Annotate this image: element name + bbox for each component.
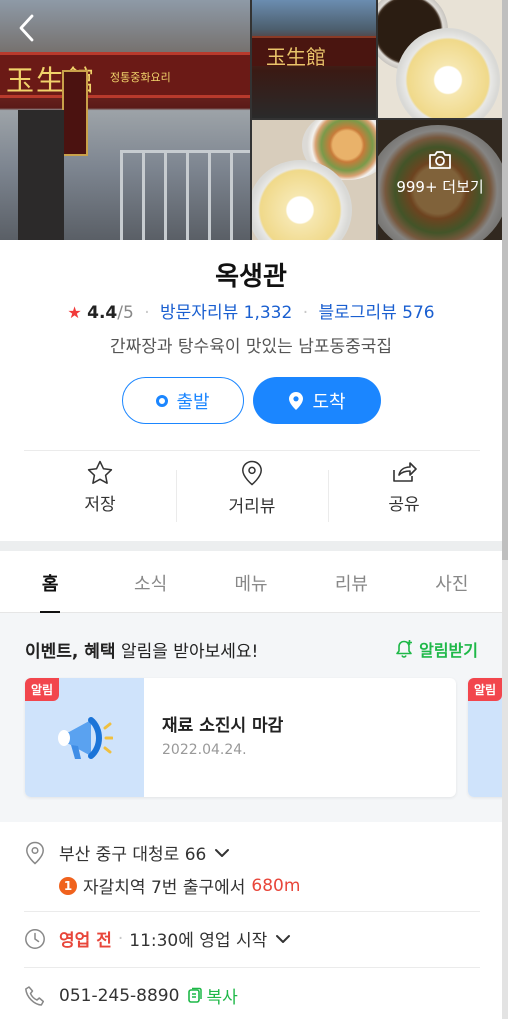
event-card[interactable]: 알림	[468, 678, 502, 797]
copy-button[interactable]: 복사	[187, 983, 238, 1008]
more-photos-button[interactable]: 999+ 더보기	[378, 150, 502, 197]
tab-menu[interactable]: 메뉴	[201, 551, 301, 612]
subway-text: 자갈치역 7번 출구에서	[83, 878, 246, 898]
tab-news[interactable]: 소식	[100, 551, 200, 612]
tab-reviews[interactable]: 리뷰	[301, 551, 401, 612]
photo-food-1[interactable]	[378, 0, 502, 118]
visitor-reviews-link[interactable]: 방문자리뷰 1,332	[160, 303, 292, 323]
photo-gallery[interactable]: 玉生館 정통중화요리 玉生館 999+ 더보기	[0, 0, 502, 240]
arrive-label: 도착	[312, 391, 346, 413]
bell-plus-icon	[396, 640, 413, 658]
photo-food-2[interactable]	[252, 120, 376, 240]
event-title: 재료 소진시 마감	[162, 716, 284, 736]
events-heading: 이벤트, 혜택 알림을 받아보세요!	[25, 642, 259, 662]
address-row[interactable]: 부산 중구 대청로 66	[24, 840, 480, 865]
subway-directions: 1 자갈치역 7번 출구에서 680m	[59, 873, 300, 898]
divider	[24, 450, 480, 451]
phone-number: 051-245-8890	[59, 985, 180, 1006]
location-icon	[26, 841, 44, 864]
location-pin-icon	[289, 391, 304, 410]
action-bar: 저장 거리뷰 공유	[24, 460, 480, 524]
divider	[24, 967, 480, 968]
hours-text: 11:30에 영업 시작	[129, 931, 268, 951]
phone-icon	[25, 985, 45, 1006]
event-badge: 알림	[25, 678, 60, 701]
divider	[24, 911, 480, 912]
place-name: 옥생관	[215, 262, 287, 292]
save-button[interactable]: 저장	[24, 460, 176, 524]
blog-reviews-link[interactable]: 블로그리뷰 576	[319, 303, 435, 323]
address-text: 부산 중구 대청로 66	[59, 845, 207, 865]
phone-row[interactable]: 051-245-8890 복사	[24, 983, 480, 1008]
hours-row[interactable]: 영업 전 · 11:30에 영업 시작	[24, 926, 480, 951]
rating-score: 4.4	[87, 303, 118, 323]
share-label: 공유	[388, 495, 420, 515]
more-photos-label: 999+ 더보기	[396, 178, 484, 196]
arrive-button[interactable]: 도착	[253, 377, 381, 424]
tab-photos[interactable]: 사진	[402, 551, 502, 612]
subscribe-label: 알림받기	[419, 641, 478, 660]
chevron-down-icon[interactable]	[275, 934, 291, 944]
event-card[interactable]: 알림 재료 소진시 마감 2022.04.24.	[25, 678, 456, 797]
events-section: 이벤트, 혜택 알림을 받아보세요! 알림받기 알림 재료 소진시 마감 202…	[0, 613, 502, 822]
rating-max: /5	[117, 303, 134, 323]
megaphone-icon	[58, 717, 113, 759]
subway-distance: 680m	[251, 875, 301, 896]
subscribe-button[interactable]: 알림받기	[394, 637, 478, 661]
rating-row: ★ 4.4/5 · 방문자리뷰 1,332 · 블로그리뷰 576	[67, 303, 435, 323]
photo-storefront[interactable]: 玉生館 정통중화요리	[0, 0, 250, 240]
chevron-down-icon[interactable]	[214, 848, 230, 858]
share-button[interactable]: 공유	[328, 460, 480, 524]
scrollbar-thumb[interactable]	[502, 0, 508, 560]
back-arrow-icon[interactable]	[18, 14, 34, 42]
star-icon	[87, 460, 113, 484]
origin-dot-icon	[156, 394, 169, 407]
tab-home[interactable]: 홈	[0, 551, 100, 613]
event-badge: 알림	[468, 678, 502, 701]
map-pin-icon	[242, 460, 262, 486]
subway-line-badge: 1	[59, 876, 77, 895]
copy-icon	[188, 987, 203, 1003]
event-date: 2022.04.24.	[162, 742, 247, 758]
depart-button[interactable]: 출발	[122, 377, 244, 424]
copy-label: 복사	[206, 988, 238, 1008]
place-description: 간짜장과 탕수육이 맛있는 남포동중국집	[109, 337, 393, 357]
rating-star-icon: ★	[67, 303, 82, 322]
streetview-button[interactable]: 거리뷰	[176, 460, 328, 524]
streetview-label: 거리뷰	[228, 497, 276, 517]
save-label: 저장	[84, 495, 116, 515]
tab-bar: 홈 소식 메뉴 리뷰 사진	[0, 551, 502, 613]
sign-subtext: 정통중화요리	[110, 71, 171, 84]
business-status: 영업 전	[59, 931, 112, 951]
clock-icon	[25, 928, 45, 949]
camera-icon	[429, 151, 451, 169]
depart-label: 출발	[176, 391, 210, 413]
share-icon	[393, 462, 417, 482]
photo-sign[interactable]: 玉生館	[252, 0, 376, 118]
